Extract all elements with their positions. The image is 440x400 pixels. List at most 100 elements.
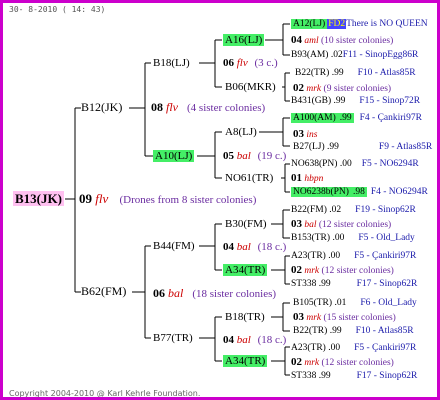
gen4-row-1-note: There is NO QUEEN: [346, 19, 428, 29]
pedigree-frame: 30- 8-2010 ( 14: 43) B13(JK) 09 flv (Dro…: [0, 0, 440, 400]
gen4-row-6-pos: F15 - Sinop72R: [359, 96, 421, 106]
gen4-row-13[interactable]: B22(FM) .02 F19 - Sinop62R: [291, 205, 416, 216]
gen4-row-16[interactable]: A23(TR) .00 F5 - Çankiri97R: [291, 251, 416, 262]
gen3-a34a-label: A34(TR): [223, 264, 268, 276]
gen4-row-21-id: B22(TR): [293, 326, 328, 336]
gen4-row-24-pos: F17 - Sinop62R: [356, 371, 418, 381]
gen4-row-1-id: A12(LJ): [291, 19, 328, 29]
gen4-row-12[interactable]: NO6238b(PN) .98 F4 - NO6294R: [291, 187, 428, 198]
gen3-a34b-label: A34(TR): [223, 355, 268, 367]
gen4-row-10[interactable]: NO638(PN) .00 F5 - NO6294R: [291, 159, 419, 170]
gen4-row-10-id: NO638(PN): [291, 159, 338, 169]
gen4-row-20: 03 mrk (15 sister colonies): [293, 312, 396, 324]
gen1-lower-node[interactable]: B62(FM): [81, 285, 126, 298]
gen4-row-15[interactable]: B153(TR) .00 F5 - Old_Lady: [291, 233, 415, 244]
copyright-footer: Copyright 2004-2010 @ Karl Kehrle Founda…: [9, 389, 201, 398]
gen3-a16-node[interactable]: A16(LJ): [223, 34, 265, 47]
gen2-upper-year: 08: [151, 100, 163, 114]
gen2-lower-note: (18 sister colonies): [192, 288, 277, 300]
gen4-row-8-mark: ins: [306, 130, 318, 140]
gen4-row-17-note: (12 sister colonies): [321, 266, 394, 276]
root-node[interactable]: B13(JK): [13, 191, 64, 206]
gen4-row-21[interactable]: B22(TR) .99 F10 - Atlas85R: [293, 326, 414, 337]
gen4-row-22-id: A23(TR): [291, 343, 326, 353]
gen3-no61-node[interactable]: NO61(TR): [225, 172, 273, 185]
gen4-row-2-mark: aml: [304, 36, 319, 46]
gen3-m2-mating: 05 bal (19 c.): [223, 150, 286, 163]
gen4-row-11-mark: hbpn: [304, 174, 324, 184]
gen4-row-14-note: (12 sister colonies): [318, 220, 392, 230]
gen4-row-24-num: .99: [318, 371, 331, 381]
gen4-row-3-pos: F11 - SinopEgg86R: [342, 50, 419, 60]
gen4-row-17-mark: mrk: [304, 266, 320, 276]
gen3-m4-year: 04: [223, 334, 234, 346]
gen4-row-9[interactable]: B27(LJ) .99 F9 - Atlas85R: [293, 142, 432, 153]
gen4-row-18-num: .99: [318, 279, 331, 289]
gen4-row-18[interactable]: ST338 .99 F17 - Sinop62R: [291, 279, 417, 290]
gen3-a16-label: A16(LJ): [223, 34, 265, 46]
gen4-row-11: 01 hbpn: [291, 173, 323, 185]
gen4-row-13-pos: F19 - Sinop62R: [355, 205, 416, 215]
gen2-b18-node[interactable]: B18(LJ): [153, 57, 190, 70]
gen4-row-18-id: ST338: [291, 279, 317, 289]
gen4-row-2-note: (10 sister colonies): [321, 36, 394, 46]
gen2-a10-label: A10(LJ): [153, 150, 195, 162]
gen4-row-19-id: B105(TR): [293, 298, 333, 308]
gen4-row-17-year: 02: [291, 264, 302, 276]
gen4-row-8-year: 03: [293, 128, 304, 140]
gen4-row-21-num: .99: [329, 326, 342, 336]
gen4-row-18-pos: F17 - Sinop62R: [356, 279, 418, 289]
gen3-a34a-node[interactable]: A34(TR): [223, 264, 268, 277]
gen3-m1-note: (3 c.): [254, 57, 278, 69]
gen2-b77-node[interactable]: B77(TR): [153, 332, 193, 345]
gen3-m3-mark: bal: [236, 241, 251, 253]
gen3-b18tr-node[interactable]: B18(TR): [225, 311, 265, 324]
gen4-row-12-id: NO6238b(PN): [291, 187, 351, 197]
gen4-row-2-year: 04: [291, 34, 302, 46]
gen4-row-9-pos: F9 - Atlas85R: [378, 142, 433, 152]
gen1-upper-node[interactable]: B12(JK): [81, 101, 122, 114]
gen4-row-16-num: .00: [328, 251, 341, 261]
gen4-row-19[interactable]: B105(TR) .01 F6 - Old_Lady: [293, 298, 417, 309]
gen4-row-15-id: B153(TR): [291, 233, 331, 243]
gen4-row-16-id: A23(TR): [291, 251, 326, 261]
gen4-row-3[interactable]: B93(AM) .02F11 - SinopEgg86R: [291, 50, 418, 61]
gen3-b30-node[interactable]: B30(FM): [225, 218, 267, 231]
gen4-row-12-pos: F4 - NO6294R: [370, 187, 428, 197]
gen4-row-5: 02 mrk (9 sister colonies): [293, 83, 391, 95]
gen4-row-6-id: B431(GB): [291, 96, 332, 106]
gen4-row-3-id: B93(AM): [291, 50, 329, 60]
gen3-b06-node[interactable]: B06(MKR): [225, 81, 276, 94]
gen4-row-12-num: .98: [350, 187, 367, 197]
gen4-row-8: 03 ins: [293, 129, 317, 141]
gen4-row-10-pos: F5 - NO6294R: [361, 159, 419, 169]
gen3-a34b-node[interactable]: A34(TR): [223, 355, 268, 368]
gen4-row-24[interactable]: ST338 .99 F17 - Sinop62R: [291, 371, 417, 382]
gen4-row-5-mark: mrk: [306, 84, 322, 94]
gen4-row-6[interactable]: B431(GB) .99 F15 - Sinop72R: [291, 96, 420, 107]
gen4-row-4-num: .99: [331, 68, 344, 78]
gen4-row-17: 02 mrk (12 sister colonies): [291, 265, 394, 277]
gen4-row-4[interactable]: B22(TR) .99 F10 - Atlas85R: [295, 68, 416, 79]
gen3-m2-mark: bal: [236, 150, 251, 162]
gen4-row-22[interactable]: A23(TR) .00 F5 - Çankiri97R: [291, 343, 416, 354]
gen2-lower-year: 06: [153, 286, 165, 300]
gen2-a10-node[interactable]: A10(LJ): [153, 150, 195, 163]
gen4-row-4-pos: F10 - Atlas85R: [357, 68, 416, 78]
gen4-row-14-mark: bal: [304, 220, 317, 230]
gen2-lower-mating: 06 bal (18 sister colonies): [153, 287, 276, 301]
gen4-row-7[interactable]: A100(AM) .99 F4 - Çankiri97R: [291, 113, 422, 124]
gen4-row-23-year: 02: [291, 356, 302, 368]
gen3-a8-node[interactable]: A8(LJ): [225, 126, 257, 139]
gen3-m2-note: (19 c.): [257, 150, 287, 162]
gen4-row-6-num: .99: [333, 96, 346, 106]
report-date: 30- 8-2010 ( 14: 43): [9, 5, 106, 14]
gen4-row-15-num: .00: [332, 233, 345, 243]
gen3-m1-year: 06: [223, 57, 234, 69]
gen3-m2-year: 05: [223, 150, 234, 162]
gen2-b44-node[interactable]: B44(FM): [153, 240, 195, 253]
gen4-row-9-num: .99: [327, 142, 339, 152]
root-mating: 09 flv (Drones from 8 sister colonies): [79, 192, 256, 207]
root-note: (Drones from 8 sister colonies): [119, 194, 257, 206]
gen4-row-1[interactable]: A12(LJ) FD2There is NO QUEEN: [291, 19, 428, 30]
